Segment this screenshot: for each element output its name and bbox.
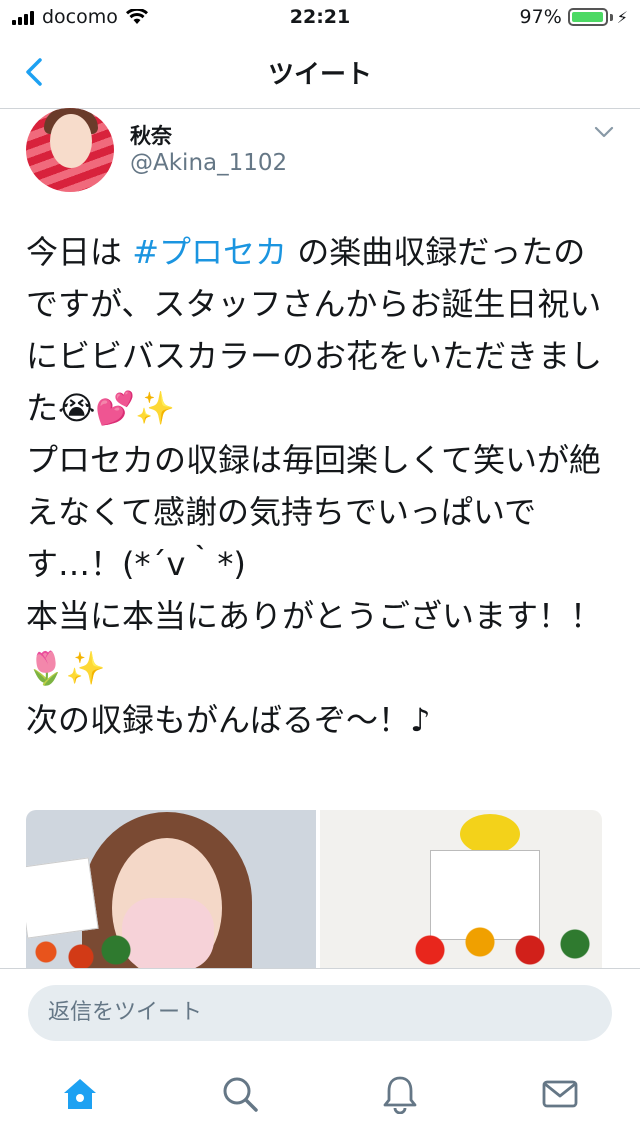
- avatar-face: [50, 114, 92, 168]
- tab-home[interactable]: [60, 1074, 100, 1114]
- battery-percent: 97%: [519, 6, 562, 28]
- page-title: ツイート: [267, 60, 372, 90]
- messages-icon: [542, 1080, 578, 1108]
- tweet-text-body: の楽曲収録だったのですが、スタッフさんからお誕生日祝いにビビバスカラーのお花をい…: [26, 233, 603, 739]
- tweet-text: 今日は #プロセカ の楽曲収録だったのですが、スタッフさんからお誕生日祝いにビビ…: [26, 226, 616, 746]
- tweet-text-intro: 今日は: [26, 233, 133, 271]
- hashtag-link[interactable]: #プロセカ: [132, 233, 287, 271]
- tab-notifications[interactable]: [380, 1074, 420, 1115]
- reply-bar: 返信をツイート: [0, 968, 640, 1049]
- tab-messages[interactable]: [540, 1074, 580, 1114]
- display-name[interactable]: 秋奈: [130, 120, 172, 150]
- chevron-down-icon: [594, 126, 614, 138]
- photo-card: [26, 857, 99, 939]
- battery-icon: [567, 8, 608, 26]
- photo-flowers: [26, 932, 146, 970]
- photo-bouquet: [400, 920, 600, 970]
- user-handle[interactable]: @Akina_1102: [130, 150, 287, 176]
- tweet-menu-button[interactable]: [594, 124, 614, 138]
- status-bar: docomo 22:21 97% ⚡: [0, 0, 640, 36]
- media-photo-2[interactable]: [320, 810, 602, 970]
- search-icon: [223, 1077, 258, 1112]
- charging-icon: ⚡: [616, 7, 628, 27]
- tab-bar: [0, 1048, 640, 1138]
- photo-yellow-flower: [460, 814, 520, 854]
- tab-search[interactable]: [220, 1074, 260, 1114]
- reply-input[interactable]: 返信をツイート: [28, 985, 612, 1041]
- notifications-icon: [383, 1076, 417, 1115]
- battery-fill: [571, 12, 603, 22]
- media-photo-1[interactable]: [26, 810, 316, 970]
- home-icon: [64, 1079, 96, 1109]
- tweet-media: [26, 810, 602, 970]
- battery-cap: [609, 13, 613, 21]
- status-right: 97% ⚡: [520, 6, 628, 28]
- avatar[interactable]: [26, 108, 114, 192]
- nav-bar: ツイート: [0, 36, 640, 109]
